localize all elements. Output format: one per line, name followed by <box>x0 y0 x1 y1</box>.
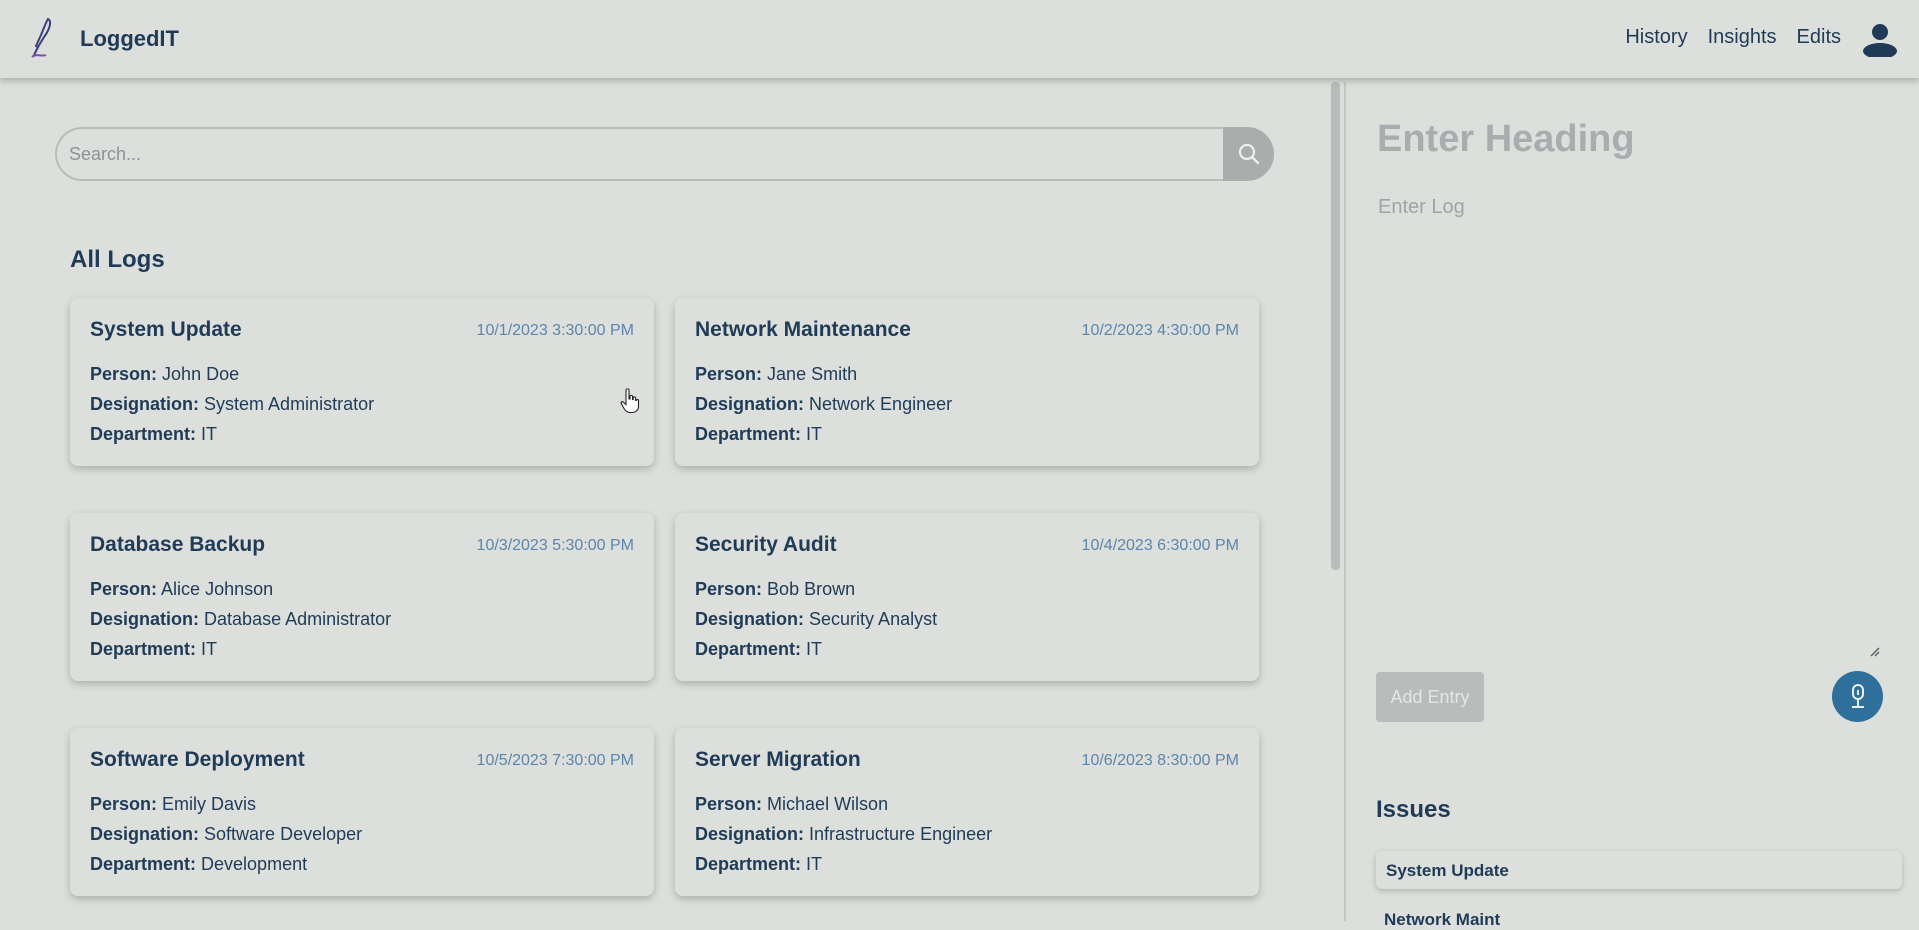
person-value: Michael Wilson <box>767 794 889 814</box>
person-value: Emily Davis <box>162 794 257 814</box>
search-icon <box>1238 143 1259 165</box>
designation-label: Designation: <box>90 394 200 414</box>
log-card-department: Department: IT <box>90 424 217 445</box>
textarea-resize-icon[interactable] <box>1868 645 1880 657</box>
issues-heading: Issues <box>1376 796 1451 823</box>
all-logs-heading: All Logs <box>70 246 165 273</box>
add-entry-button[interactable]: Add Entry <box>1376 672 1484 722</box>
log-card-person: Person: Jane Smith <box>695 364 857 385</box>
person-value: Jane Smith <box>767 364 858 384</box>
quill-pen-icon[interactable] <box>26 17 56 59</box>
department-label: Department: <box>90 639 197 659</box>
left-panel-scrollbar[interactable] <box>1331 82 1340 570</box>
person-value: Bob Brown <box>767 579 856 599</box>
top-navbar: LoggedIT History Insights Edits <box>0 0 1919 78</box>
log-card-title: Software Deployment <box>90 748 305 771</box>
designation-value: Network Engineer <box>809 394 953 414</box>
department-label: Department: <box>695 854 802 874</box>
log-card-date: 10/6/2023 8:30:00 PM <box>1081 752 1239 769</box>
log-textarea[interactable]: Enter Log <box>1378 196 1465 219</box>
department-label: Department: <box>695 639 802 659</box>
person-label: Person: <box>90 364 158 384</box>
log-card-department: Department: IT <box>695 854 822 875</box>
log-card-department: Department: Development <box>90 854 307 875</box>
issue-item[interactable]: System Update <box>1376 851 1902 889</box>
log-card-title: Security Audit <box>695 533 837 556</box>
log-card-designation: Designation: Security Analyst <box>695 609 937 630</box>
log-card-department: Department: IT <box>90 639 217 660</box>
department-label: Department: <box>90 424 197 444</box>
designation-label: Designation: <box>90 609 200 629</box>
log-card-designation: Designation: Infrastructure Engineer <box>695 824 992 845</box>
person-value: John Doe <box>162 364 240 384</box>
department-value: IT <box>201 424 218 444</box>
log-card-designation: Designation: Network Engineer <box>695 394 952 415</box>
heading-input[interactable]: Enter Heading <box>1377 118 1635 161</box>
department-value: IT <box>806 424 823 444</box>
designation-label: Designation: <box>695 394 805 414</box>
log-card-department: Department: IT <box>695 639 822 660</box>
log-card[interactable]: Database Backup 10/3/2023 5:30:00 PM Per… <box>70 513 654 681</box>
log-card-title: Server Migration <box>695 748 861 771</box>
log-card-person: Person: Emily Davis <box>90 794 256 815</box>
designation-value: System Administrator <box>204 394 375 414</box>
log-card-person: Person: Michael Wilson <box>695 794 888 815</box>
search-bar <box>55 127 1274 181</box>
department-label: Department: <box>90 854 197 874</box>
nav-history-link[interactable]: History <box>1625 26 1687 49</box>
log-card-designation: Designation: System Administrator <box>90 394 374 415</box>
log-card-date: 10/3/2023 5:30:00 PM <box>476 537 634 554</box>
department-value: Development <box>201 854 308 874</box>
log-card-designation: Designation: Database Administrator <box>90 609 391 630</box>
microphone-icon <box>1851 683 1864 708</box>
log-card-department: Department: IT <box>695 424 822 445</box>
search-button[interactable] <box>1223 127 1274 181</box>
log-card-date: 10/5/2023 7:30:00 PM <box>476 752 634 769</box>
log-card[interactable]: Software Deployment 10/5/2023 7:30:00 PM… <box>70 728 654 896</box>
designation-value: Infrastructure Engineer <box>809 824 993 844</box>
log-card-date: 10/1/2023 3:30:00 PM <box>476 322 634 339</box>
app-brand-name[interactable]: LoggedIT <box>80 26 179 52</box>
log-card-date: 10/4/2023 6:30:00 PM <box>1081 537 1239 554</box>
log-card[interactable]: System Update 10/1/2023 3:30:00 PM Perso… <box>70 298 654 466</box>
designation-value: Security Analyst <box>809 609 938 629</box>
designation-label: Designation: <box>90 824 200 844</box>
log-card[interactable]: Network Maintenance 10/2/2023 4:30:00 PM… <box>675 298 1259 466</box>
nav-links: History Insights Edits <box>1625 26 1841 49</box>
log-card-person: Person: John Doe <box>90 364 239 385</box>
nav-edits-link[interactable]: Edits <box>1797 26 1841 49</box>
department-label: Department: <box>695 424 802 444</box>
person-label: Person: <box>695 364 763 384</box>
hand-pointer-icon <box>620 388 640 414</box>
log-card-date: 10/2/2023 4:30:00 PM <box>1081 322 1239 339</box>
person-label: Person: <box>695 794 763 814</box>
department-value: IT <box>806 639 823 659</box>
person-label: Person: <box>90 579 158 599</box>
log-card[interactable]: Server Migration 10/6/2023 8:30:00 PM Pe… <box>675 728 1259 896</box>
designation-value: Software Developer <box>204 824 363 844</box>
designation-label: Designation: <box>695 824 805 844</box>
department-value: IT <box>806 854 823 874</box>
person-label: Person: <box>90 794 158 814</box>
user-avatar-icon[interactable] <box>1862 21 1898 57</box>
log-card-title: Database Backup <box>90 533 266 556</box>
nav-insights-link[interactable]: Insights <box>1708 26 1777 49</box>
person-value: Alice Johnson <box>161 579 274 599</box>
log-card-title: System Update <box>90 318 242 341</box>
log-card-designation: Designation: Software Developer <box>90 824 362 845</box>
issue-item[interactable]: Network Maint <box>1384 910 1500 930</box>
log-card-person: Person: Bob Brown <box>695 579 855 600</box>
search-input[interactable] <box>55 127 1223 181</box>
log-card-title: Network Maintenance <box>695 318 911 341</box>
voice-input-button[interactable] <box>1832 671 1883 722</box>
designation-value: Database Administrator <box>204 609 392 629</box>
designation-label: Designation: <box>695 609 805 629</box>
panel-divider <box>1344 82 1346 921</box>
department-value: IT <box>201 639 218 659</box>
person-label: Person: <box>695 579 763 599</box>
log-card-person: Person: Alice Johnson <box>90 579 273 600</box>
log-card[interactable]: Security Audit 10/4/2023 6:30:00 PM Pers… <box>675 513 1259 681</box>
